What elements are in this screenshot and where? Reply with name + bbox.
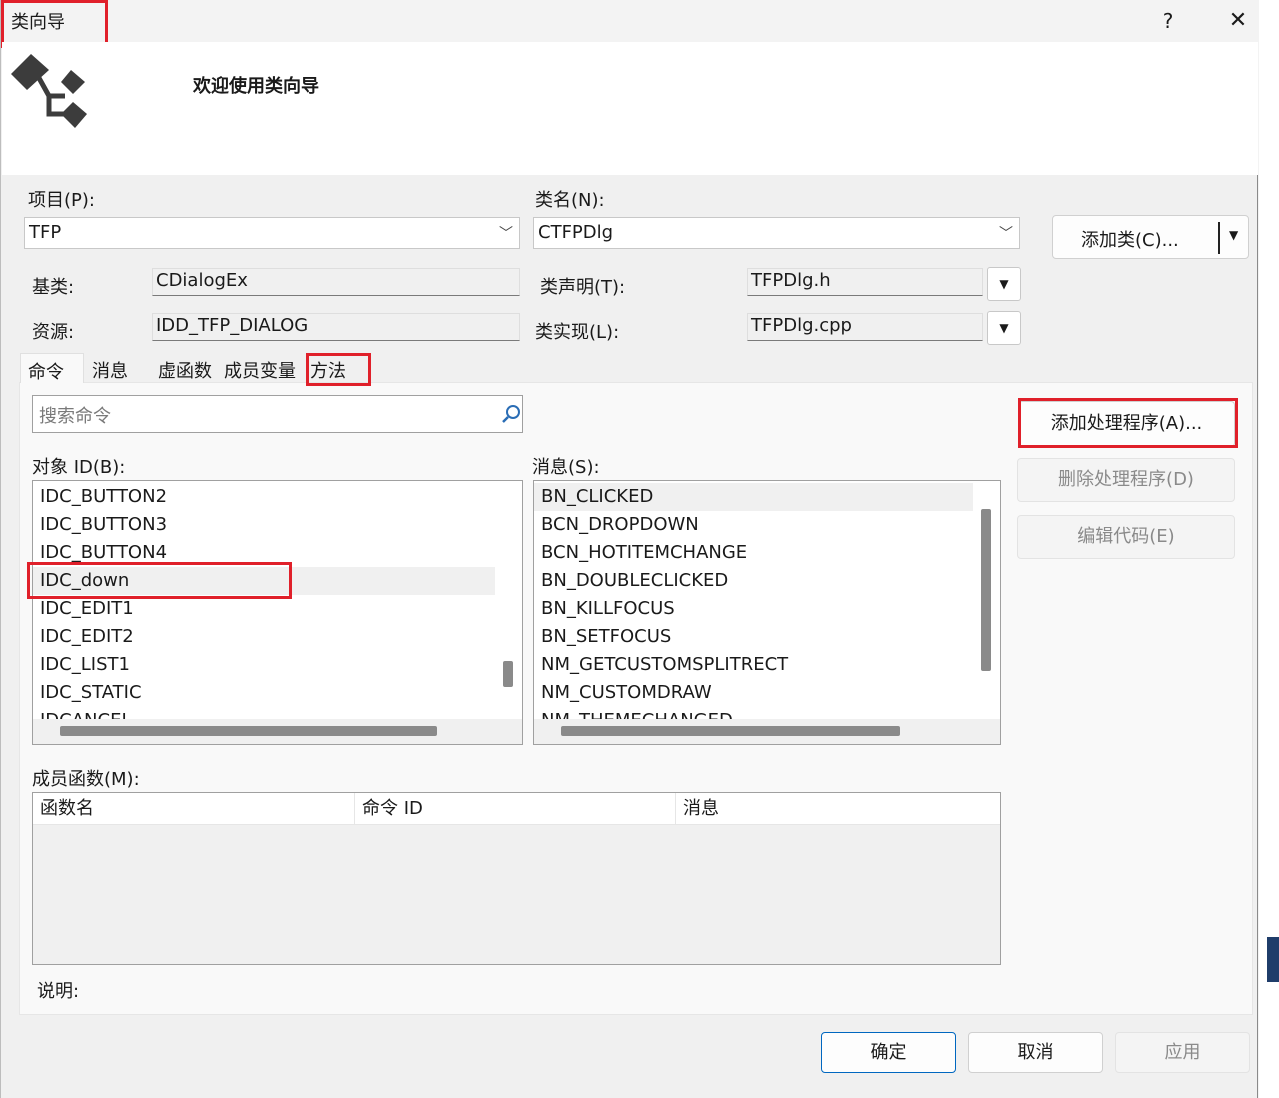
- class-decl-field: TFPDlg.h: [747, 268, 983, 296]
- list-item[interactable]: IDC_BUTTON2: [33, 483, 495, 511]
- close-button[interactable]: ✕: [1221, 6, 1255, 36]
- search-input[interactable]: 搜索命令: [39, 402, 111, 428]
- list-item[interactable]: IDC_EDIT2: [33, 623, 495, 651]
- header-banner: [2, 42, 1258, 175]
- list-item[interactable]: BN_DOUBLECLICKED: [534, 567, 973, 595]
- list-item[interactable]: BN_KILLFOCUS: [534, 595, 973, 623]
- help-button[interactable]: ?: [1153, 6, 1183, 36]
- base-class-label: 基类:: [32, 277, 75, 298]
- list-item[interactable]: BCN_DROPDOWN: [534, 511, 973, 539]
- horizontal-scroll-thumb[interactable]: [561, 726, 900, 736]
- classname-value: CTFPDlg: [538, 222, 614, 243]
- list-item-selected[interactable]: BN_CLICKED: [534, 483, 973, 511]
- title-highlight-box: [1, 0, 108, 48]
- vertical-scroll-thumb[interactable]: [981, 509, 991, 671]
- add-handler-highlight-box: [1018, 398, 1238, 448]
- vertical-scroll-thumb[interactable]: [503, 661, 513, 687]
- classname-label: 类名(N):: [535, 190, 605, 211]
- list-item[interactable]: BN_SETFOCUS: [534, 623, 973, 651]
- dropdown-arrow-icon[interactable]: ▼: [1229, 228, 1238, 242]
- class-wizard-window: 类向导 ? ✕ 欢迎使用类向导 项目(P): TFP ﹀ 类名(N): CTFP…: [0, 0, 1259, 1098]
- object-id-list[interactable]: IDC_BUTTON2 IDC_BUTTON3 IDC_BUTTON4 IDC_…: [32, 480, 523, 745]
- idc-down-highlight-box: [27, 562, 292, 599]
- description-label: 说明:: [37, 981, 80, 1002]
- list-item[interactable]: NM_THEMECHANGED: [534, 707, 973, 719]
- vertical-scrollbar[interactable]: [974, 481, 1000, 719]
- search-box[interactable]: 搜索命令: [32, 395, 523, 433]
- vertical-scrollbar[interactable]: [496, 481, 522, 719]
- project-label: 项目(P):: [28, 190, 95, 211]
- background-window-edge: [1259, 0, 1279, 1098]
- list-item[interactable]: IDC_LIST1: [33, 651, 495, 679]
- list-item[interactable]: IDCANCEL: [33, 707, 495, 719]
- column-header-message[interactable]: 消息: [676, 793, 998, 825]
- class-impl-dropdown-button[interactable]: ▼: [987, 311, 1021, 345]
- list-item[interactable]: NM_CUSTOMDRAW: [534, 679, 973, 707]
- split-divider: [1218, 222, 1220, 254]
- resource-label: 资源:: [32, 322, 75, 343]
- grid-header: 函数名 命令 ID 消息: [33, 793, 1000, 825]
- project-combo[interactable]: TFP ﹀: [24, 217, 520, 249]
- add-class-button[interactable]: 添加类(C)... ▼: [1052, 215, 1249, 259]
- edit-code-button[interactable]: 编辑代码(E): [1017, 515, 1235, 559]
- delete-handler-button[interactable]: 删除处理程序(D): [1017, 458, 1235, 502]
- list-item[interactable]: IDC_EDIT1: [33, 595, 495, 623]
- messages-label: 消息(S):: [532, 457, 600, 478]
- column-header-function-name[interactable]: 函数名: [33, 793, 355, 825]
- class-wizard-logo-icon: [11, 54, 87, 128]
- search-icon[interactable]: [501, 404, 521, 424]
- classname-combo[interactable]: CTFPDlg ﹀: [533, 217, 1020, 249]
- object-id-label: 对象 ID(B):: [32, 457, 126, 478]
- horizontal-scrollbar[interactable]: [534, 719, 1000, 744]
- chevron-down-icon: ﹀: [499, 226, 513, 242]
- list-item[interactable]: IDC_BUTTON3: [33, 511, 495, 539]
- methods-tab-highlight-box: [306, 353, 371, 386]
- member-functions-label: 成员函数(M):: [32, 769, 140, 790]
- chevron-down-icon: ﹀: [999, 226, 1013, 242]
- tab-virtual-functions[interactable]: 虚函数: [158, 353, 218, 383]
- title-bar: [1, 0, 1259, 42]
- background-taskbar-fragment: [1267, 937, 1279, 982]
- horizontal-scrollbar[interactable]: [33, 719, 522, 744]
- add-class-label: 添加类(C)...: [1081, 230, 1179, 251]
- base-class-field: CDialogEx: [152, 268, 520, 296]
- member-functions-grid[interactable]: 函数名 命令 ID 消息: [32, 792, 1001, 965]
- tab-messages[interactable]: 消息: [92, 353, 152, 383]
- project-value: TFP: [29, 222, 62, 243]
- list-item[interactable]: NM_GETCUSTOMSPLITRECT: [534, 651, 973, 679]
- class-decl-dropdown-button[interactable]: ▼: [987, 267, 1021, 301]
- tab-member-variables[interactable]: 成员变量: [224, 353, 304, 383]
- horizontal-scroll-thumb[interactable]: [60, 726, 437, 736]
- ok-button[interactable]: 确定: [821, 1032, 956, 1073]
- column-header-command-id[interactable]: 命令 ID: [355, 793, 676, 825]
- class-impl-label: 类实现(L):: [535, 322, 620, 343]
- class-impl-field: TFPDlg.cpp: [747, 313, 983, 341]
- resource-field: IDD_TFP_DIALOG: [152, 313, 520, 341]
- apply-button[interactable]: 应用: [1115, 1032, 1250, 1073]
- cancel-button[interactable]: 取消: [968, 1032, 1103, 1073]
- banner-title: 欢迎使用类向导: [193, 76, 319, 97]
- messages-list[interactable]: BN_CLICKED BCN_DROPDOWN BCN_HOTITEMCHANG…: [533, 480, 1001, 745]
- list-item[interactable]: BCN_HOTITEMCHANGE: [534, 539, 973, 567]
- list-item[interactable]: IDC_STATIC: [33, 679, 495, 707]
- tab-commands[interactable]: 命令: [20, 353, 84, 383]
- class-decl-label: 类声明(T):: [540, 277, 626, 298]
